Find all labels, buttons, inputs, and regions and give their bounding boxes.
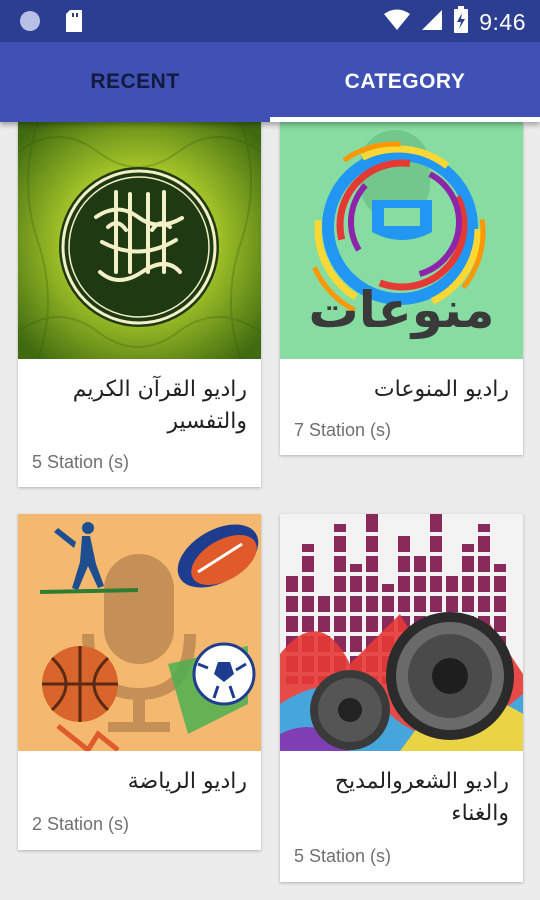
tab-recent[interactable]: RECENT xyxy=(0,42,270,122)
tab-selected-indicator xyxy=(270,117,540,122)
battery-charging-icon xyxy=(453,6,469,38)
category-title: راديو المنوعات xyxy=(373,377,509,402)
category-title: راديو القرآن الكريم والتفسير xyxy=(72,377,247,434)
sports-image xyxy=(18,514,261,751)
quran-image xyxy=(18,122,261,359)
category-card-quran[interactable]: راديو القرآن الكريم والتفسير 5 Station (… xyxy=(18,122,261,487)
category-title: راديو الرياضة xyxy=(127,769,247,794)
tab-category[interactable]: CATEGORY xyxy=(270,42,540,122)
station-count: 5 Station (s) xyxy=(32,452,130,472)
category-card-variety[interactable]: منوعات راديو المنوعات 7 Station (s) xyxy=(280,122,523,455)
circle-notification-icon xyxy=(18,9,42,37)
category-title: راديو الشعروالمديح والغناء xyxy=(334,769,509,826)
category-card-music[interactable]: راديو الشعروالمديح والغناء 5 Station (s) xyxy=(280,514,523,882)
station-count: 2 Station (s) xyxy=(32,814,130,834)
clock-time: 9:46 xyxy=(479,8,526,35)
app-bar: RECENT CATEGORY xyxy=(0,42,540,122)
sd-card-icon xyxy=(64,9,84,37)
variety-logo-text: منوعات xyxy=(308,281,495,339)
variety-logo-image: منوعات xyxy=(280,122,523,359)
status-bar: 9:46 xyxy=(0,0,540,42)
category-card-sports[interactable]: راديو الرياضة 2 Station (s) xyxy=(18,514,261,850)
cell-signal-icon xyxy=(421,8,443,36)
music-speakers-image xyxy=(280,514,523,751)
station-count: 5 Station (s) xyxy=(294,846,392,866)
station-count: 7 Station (s) xyxy=(294,420,392,440)
wifi-icon xyxy=(383,8,411,36)
category-grid[interactable]: راديو القرآن الكريم والتفسير 5 Station (… xyxy=(0,122,540,900)
